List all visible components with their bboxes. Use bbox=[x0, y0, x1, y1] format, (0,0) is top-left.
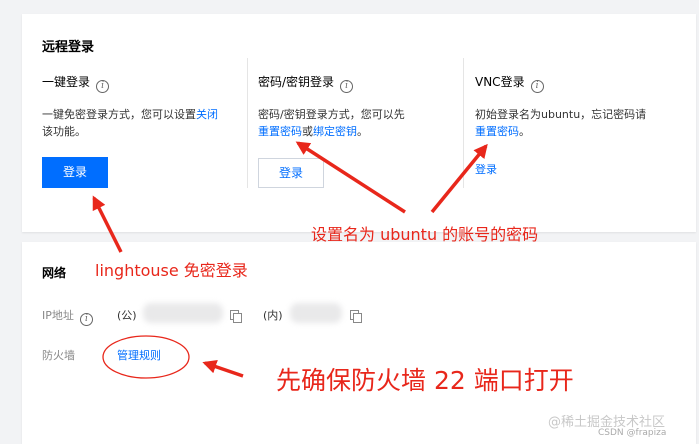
arrow-annotation bbox=[92, 195, 123, 253]
arrow-annotation bbox=[430, 143, 488, 214]
set-password-annotation: 设置名为 ubuntu 的账号的密码 bbox=[311, 225, 539, 244]
highlight-circle bbox=[102, 335, 190, 379]
firewall-annotation: 先确保防火墙 22 端口打开 bbox=[276, 366, 574, 395]
arrow-annotation bbox=[202, 360, 244, 378]
csdn-watermark: CSDN @frapiza bbox=[598, 428, 667, 438]
arrow-annotation bbox=[295, 141, 406, 214]
lighthouse-annotation: linghtouse 免密登录 bbox=[95, 261, 248, 280]
